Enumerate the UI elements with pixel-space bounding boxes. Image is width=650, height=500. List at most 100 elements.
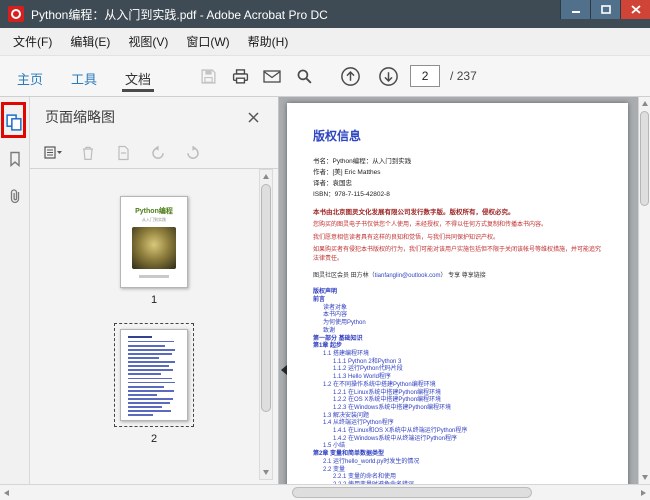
scroll-up-arrow[interactable]	[260, 170, 272, 183]
extract-pages-button[interactable]	[113, 143, 133, 163]
document-scrollbar-thumb[interactable]	[640, 111, 649, 206]
doc-meta: 书名：Python编程：从入门到实践作者：[美] Eric Matthes译者：…	[313, 156, 602, 200]
hscroll-right-arrow[interactable]	[637, 486, 650, 499]
maximize-button[interactable]	[590, 0, 620, 19]
page-thumbnail-2[interactable]: 2	[114, 306, 194, 445]
doc-notices: 您购买的图灵电子书仅供您个人使用，未经授权，不得以任何方式复制和传播本书内容。我…	[313, 221, 602, 263]
search-button[interactable]	[288, 61, 320, 91]
copyright-bold-notice: 本书由北京图灵文化发展有限公司发行数字版。版权所有，侵权必究。	[313, 208, 602, 217]
menu-item[interactable]: 窗口(W)	[177, 28, 238, 55]
tab-document[interactable]: 文档	[120, 56, 156, 96]
thumb-text-line	[128, 410, 171, 412]
toc-link[interactable]: 1.4 从终端运行Python程序	[313, 420, 602, 428]
notice-paragraph: 我们愿意相信读者具有这样的良知和觉悟，与我们共同保护知识产权。	[313, 234, 602, 243]
document-scrollbar[interactable]	[638, 97, 650, 484]
scroll-down-arrow[interactable]	[260, 466, 272, 479]
main-area: 页面缩略图	[0, 97, 650, 484]
attachments-panel-button[interactable]	[4, 185, 26, 207]
titlebar: Python编程：从入门到实践.pdf - Adobe Acrobat Pro …	[0, 0, 650, 28]
thumb-text-line	[128, 386, 164, 388]
toc-link[interactable]: 第2章 变量和简单数据类型	[313, 451, 602, 459]
save-button[interactable]	[192, 61, 224, 91]
thumb-text-line	[128, 336, 152, 338]
tab-tools[interactable]: 工具	[66, 56, 102, 96]
community-email-link[interactable]: tianfanglin@outlook.com	[375, 273, 441, 279]
toc-link[interactable]: 1.1.3 Hello World程序	[313, 374, 602, 382]
close-button[interactable]	[620, 0, 650, 19]
page-number-input[interactable]	[410, 65, 440, 87]
minimize-button[interactable]	[560, 0, 590, 19]
toc-link[interactable]: 1.2.3 在Windows系统中搭建Python编程环境	[313, 405, 602, 413]
thumb-text-line	[128, 361, 175, 363]
toc-list: 版权声明前言读者对象本书内容为何使用Python致谢第一部分 基础知识第1章 起…	[313, 289, 602, 484]
menu-item[interactable]: 视图(V)	[119, 28, 177, 55]
doc-scroll-down-arrow[interactable]	[639, 471, 650, 484]
horizontal-scrollbar-thumb[interactable]	[292, 487, 532, 498]
tab-home[interactable]: 主页	[12, 56, 48, 96]
doc-scroll-up-arrow[interactable]	[639, 97, 650, 110]
panel-close-button[interactable]	[243, 107, 263, 127]
toc-link[interactable]: 1.2.2 在OS X系统中搭建Python编程环境	[313, 397, 602, 405]
toc-link[interactable]: 1.1 搭建编程环境	[313, 351, 602, 359]
page-thumbnails-icon	[5, 113, 24, 132]
thumb-text-line	[128, 353, 172, 355]
menu-item[interactable]: 编辑(E)	[61, 28, 119, 55]
rotate-right-button[interactable]	[183, 143, 203, 163]
toc-link[interactable]: 2.1 运行hello_world.py时发生的情况	[313, 459, 602, 467]
thumbnail-2-preview[interactable]	[120, 329, 188, 421]
email-button[interactable]	[256, 61, 288, 91]
close-icon	[248, 112, 259, 123]
print-button[interactable]	[224, 61, 256, 91]
bookmarks-panel-button[interactable]	[4, 148, 26, 170]
acrobat-window: Python编程：从入门到实践.pdf - Adobe Acrobat Pro …	[0, 0, 650, 500]
toc-link[interactable]: 为何使用Python	[313, 320, 602, 328]
page-thumbnail-1[interactable]: Python编程 从入门到实践 1	[120, 196, 188, 306]
toc-link[interactable]: 1.1.2 运行Python代码片段	[313, 366, 602, 374]
menu-item[interactable]: 文件(F)	[4, 28, 61, 55]
menu-item[interactable]: 帮助(H)	[239, 28, 298, 55]
thumbnail-2-label: 2	[114, 433, 194, 445]
toc-link[interactable]: 致谢	[313, 328, 602, 336]
cover-title: Python编程	[121, 206, 187, 216]
toc-link[interactable]: 1.4.1 在Linux和OS X系统中从终端运行Python程序	[313, 428, 602, 436]
trash-icon	[81, 145, 95, 161]
toc-link[interactable]: 2.2.1 变量的命名和使用	[313, 474, 602, 482]
panel-header: 页面缩略图	[30, 97, 278, 137]
previous-page-button[interactable]	[334, 61, 366, 91]
email-icon	[263, 69, 281, 84]
toc-link[interactable]: 1.5 小结	[313, 443, 602, 451]
thumb-text-line	[128, 414, 153, 416]
thumb-text-line	[128, 341, 174, 343]
meta-line: 译者：袁国忠	[313, 178, 602, 189]
toc-link[interactable]: 第1章 起步	[313, 343, 602, 351]
toc-link[interactable]: 第一部分 基础知识	[313, 336, 602, 344]
panel-title: 页面缩略图	[45, 107, 115, 127]
delete-pages-button[interactable]	[78, 143, 98, 163]
panel-scrollbar[interactable]	[259, 169, 273, 480]
community-prefix: 图灵社区会员 田方林（	[313, 273, 375, 279]
panel-scrollbar-thumb[interactable]	[261, 184, 271, 412]
community-suffix: ） 专享 尊享链接	[440, 273, 485, 279]
toc-link[interactable]: 版权声明	[313, 289, 602, 297]
toolbar-tabs: 主页工具文档	[12, 56, 174, 96]
thumbnail-options-button[interactable]	[43, 143, 63, 163]
next-page-button[interactable]	[372, 61, 404, 91]
thumb-text-line	[128, 365, 169, 367]
acrobat-app-icon	[8, 6, 24, 22]
horizontal-scrollbar[interactable]	[0, 484, 650, 500]
panel-toolbar	[30, 137, 278, 169]
hscroll-left-arrow[interactable]	[0, 486, 13, 499]
page-up-icon	[340, 66, 361, 87]
toc-link[interactable]: 读者对象	[313, 305, 602, 313]
save-icon	[200, 68, 217, 85]
toc-link[interactable]: 1.2 在不同操作系统中搭建Python编程环境	[313, 382, 602, 390]
page-heading: 版权信息	[313, 127, 602, 144]
thumb-text-line	[128, 406, 162, 408]
meta-line: ISBN：978-7-115-42802-8	[313, 189, 602, 200]
rotate-left-button[interactable]	[148, 143, 168, 163]
thumb-text-line	[128, 398, 173, 400]
toc-link[interactable]: 1.4.2 在Windows系统中从终端运行Python程序	[313, 436, 602, 444]
thumbnail-1-preview[interactable]: Python编程 从入门到实践	[120, 196, 188, 288]
page-thumbnails-panel-button[interactable]	[4, 111, 26, 133]
toc-link[interactable]: 前言	[313, 297, 602, 305]
